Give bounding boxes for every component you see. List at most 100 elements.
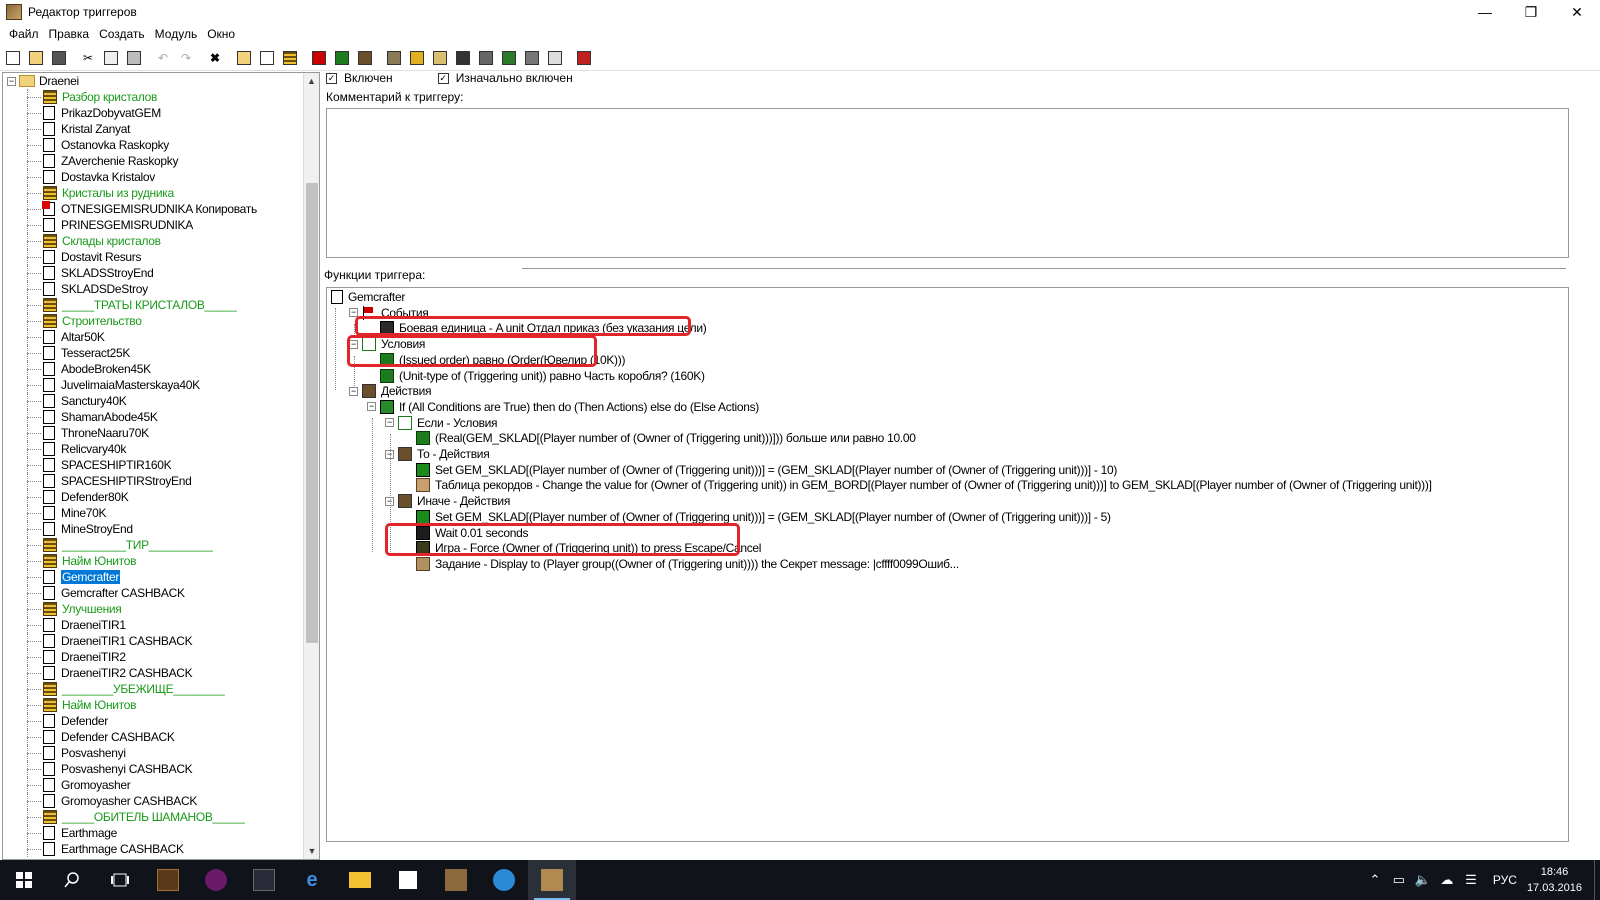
tree-trigger-item[interactable]: Gemcrafter: [3, 569, 305, 585]
tree-comment-item[interactable]: Строительство: [3, 313, 305, 329]
tree-trigger-item[interactable]: Dostavka Kristalov: [3, 169, 305, 185]
tree-trigger-item[interactable]: SPACESHIPTIRStroyEnd: [3, 473, 305, 489]
close-button[interactable]: ✕: [1554, 0, 1600, 24]
function-row[interactable]: Gemcrafter: [331, 289, 405, 305]
tree-trigger-item[interactable]: SKLADSStroyEnd: [3, 265, 305, 281]
save-icon[interactable]: [48, 47, 70, 69]
collapse-icon[interactable]: −: [349, 386, 358, 396]
collapse-icon[interactable]: −: [7, 76, 16, 86]
tree-comment-item[interactable]: _____ОБИТЕЛЬ ШАМАНОВ_____: [3, 809, 305, 825]
tree-comment-item[interactable]: __________ТИР__________: [3, 537, 305, 553]
network-icon[interactable]: ▭: [1387, 872, 1411, 888]
messenger-icon[interactable]: [480, 860, 528, 900]
notifications-icon[interactable]: ☰: [1459, 872, 1483, 888]
chevron-up-icon[interactable]: ⌃: [1363, 872, 1387, 888]
enabled-checkbox[interactable]: ✓ Включен: [326, 71, 393, 85]
tree-trigger-item[interactable]: SPACESHIPTIR160K: [3, 457, 305, 473]
game-app-icon-3[interactable]: [240, 860, 288, 900]
menu-file[interactable]: Файл: [4, 27, 44, 41]
scroll-down-icon[interactable]: ▼: [304, 843, 319, 859]
tree-trigger-item[interactable]: SKLADSDeStroy: [3, 281, 305, 297]
sound-editor-icon[interactable]: [429, 47, 451, 69]
new-file-icon[interactable]: [2, 47, 24, 69]
tree-trigger-item[interactable]: DraeneiTIR2: [3, 649, 305, 665]
object-manager-icon[interactable]: [521, 47, 543, 69]
new-condition-icon[interactable]: [331, 47, 353, 69]
tree-trigger-item[interactable]: Gromoyasher: [3, 777, 305, 793]
tree-trigger-item[interactable]: Posvashenyi: [3, 745, 305, 761]
tree-trigger-item[interactable]: Defender80K: [3, 489, 305, 505]
campaign-editor-icon[interactable]: [475, 47, 497, 69]
tree-trigger-item[interactable]: ShamanAbode45K: [3, 409, 305, 425]
tree-comment-item[interactable]: Улучшения: [3, 601, 305, 617]
function-row[interactable]: − Иначе - Действия: [385, 493, 510, 509]
tree-comment-item[interactable]: _____ТРАТЫ КРИСТАЛОВ_____: [3, 297, 305, 313]
tree-trigger-item[interactable]: Earthmage: [3, 825, 305, 841]
checkmark-icon[interactable]: ✓: [437, 72, 449, 84]
checkmark-icon[interactable]: ✓: [326, 72, 337, 84]
cloud-icon[interactable]: ☁: [1435, 872, 1459, 888]
scroll-thumb[interactable]: [306, 183, 318, 643]
function-row[interactable]: − Действия: [349, 383, 431, 399]
delete-icon[interactable]: ✖: [204, 47, 226, 69]
initially-enabled-checkbox[interactable]: ✓ Изначально включен: [437, 71, 573, 85]
tree-trigger-item[interactable]: Posvashenyi CASHBACK: [3, 761, 305, 777]
new-category-icon[interactable]: [233, 47, 255, 69]
tree-trigger-item[interactable]: DraeneiTIR1 CASHBACK: [3, 633, 305, 649]
new-event-icon[interactable]: [308, 47, 330, 69]
show-desktop-button[interactable]: [1594, 860, 1600, 900]
tree-trigger-item[interactable]: OTNESIGEMISRUDNIKA Копировать: [3, 201, 305, 217]
menu-create[interactable]: Создать: [94, 27, 150, 41]
search-icon[interactable]: [48, 860, 96, 900]
language-indicator[interactable]: РУС: [1493, 873, 1517, 887]
tree-trigger-item[interactable]: Dostavit Resurs: [3, 249, 305, 265]
tree-trigger-item[interactable]: Earthmage CASHBACK: [3, 841, 305, 857]
tree-trigger-item[interactable]: DraeneiTIR1: [3, 617, 305, 633]
object-editor-icon[interactable]: [452, 47, 474, 69]
file-explorer-icon[interactable]: [336, 860, 384, 900]
tree-comment-item[interactable]: Кристалы из рудника: [3, 185, 305, 201]
game-app-icon[interactable]: [144, 860, 192, 900]
tree-trigger-item[interactable]: Altar50K: [3, 329, 305, 345]
minimize-button[interactable]: —: [1462, 0, 1508, 24]
tree-trigger-item[interactable]: PrikazDobyvatGEM: [3, 105, 305, 121]
world-editor-icon[interactable]: [432, 860, 480, 900]
menu-edit[interactable]: Правка: [44, 27, 95, 41]
comment-textarea[interactable]: [326, 108, 1569, 258]
function-row[interactable]: Таблица рекордов - Change the value for …: [403, 477, 1432, 493]
tree-trigger-item[interactable]: Tesseract25K: [3, 345, 305, 361]
clock[interactable]: 18:46 17.03.2016: [1527, 864, 1582, 896]
tree-trigger-item[interactable]: Gemcrafter CASHBACK: [3, 585, 305, 601]
function-row[interactable]: Задание - Display to (Player group((Owne…: [403, 556, 959, 572]
new-comment-icon[interactable]: [279, 47, 301, 69]
tree-trigger-item[interactable]: AbodeBroken45K: [3, 361, 305, 377]
tree-trigger-item[interactable]: Defender: [3, 713, 305, 729]
function-row[interactable]: Set GEM_SKLAD[(Player number of (Owner o…: [403, 462, 1117, 478]
tree-trigger-item[interactable]: DraeneiTIR2 CASHBACK: [3, 665, 305, 681]
tree-comment-item[interactable]: Найм Юнитов: [3, 553, 305, 569]
task-view-icon[interactable]: [96, 860, 144, 900]
tree-trigger-item[interactable]: Gromoyasher CASHBACK: [3, 793, 305, 809]
import-manager-icon[interactable]: [544, 47, 566, 69]
tree-root[interactable]: − Draenei: [3, 73, 305, 89]
tree-comment-item[interactable]: Найм Юнитов: [3, 697, 305, 713]
tree-trigger-item[interactable]: Relicvary40k: [3, 441, 305, 457]
collapse-icon[interactable]: −: [385, 418, 394, 428]
terrain-editor-icon[interactable]: [383, 47, 405, 69]
game-app-icon-2[interactable]: [192, 860, 240, 900]
tree-trigger-item[interactable]: ZAverchenie Raskopky: [3, 153, 305, 169]
function-row[interactable]: − То - Действия: [385, 446, 490, 462]
tree-trigger-item[interactable]: Defender CASHBACK: [3, 729, 305, 745]
tree-trigger-item[interactable]: Kristal Zanyat: [3, 121, 305, 137]
tree-comment-item[interactable]: Склады кристалов: [3, 233, 305, 249]
tree-trigger-item[interactable]: JuvelimaiaMasterskaya40K: [3, 377, 305, 393]
copy-icon[interactable]: [100, 47, 122, 69]
menu-window[interactable]: Окно: [202, 27, 240, 41]
tree-comment-item[interactable]: Разбор кристалов: [3, 89, 305, 105]
maximize-button[interactable]: ❐: [1508, 0, 1554, 24]
scroll-up-icon[interactable]: ▲: [304, 73, 319, 89]
start-button[interactable]: [0, 860, 48, 900]
menu-module[interactable]: Модуль: [150, 27, 203, 41]
tree-trigger-item[interactable]: Sanctury40K: [3, 393, 305, 409]
new-action-icon[interactable]: [354, 47, 376, 69]
